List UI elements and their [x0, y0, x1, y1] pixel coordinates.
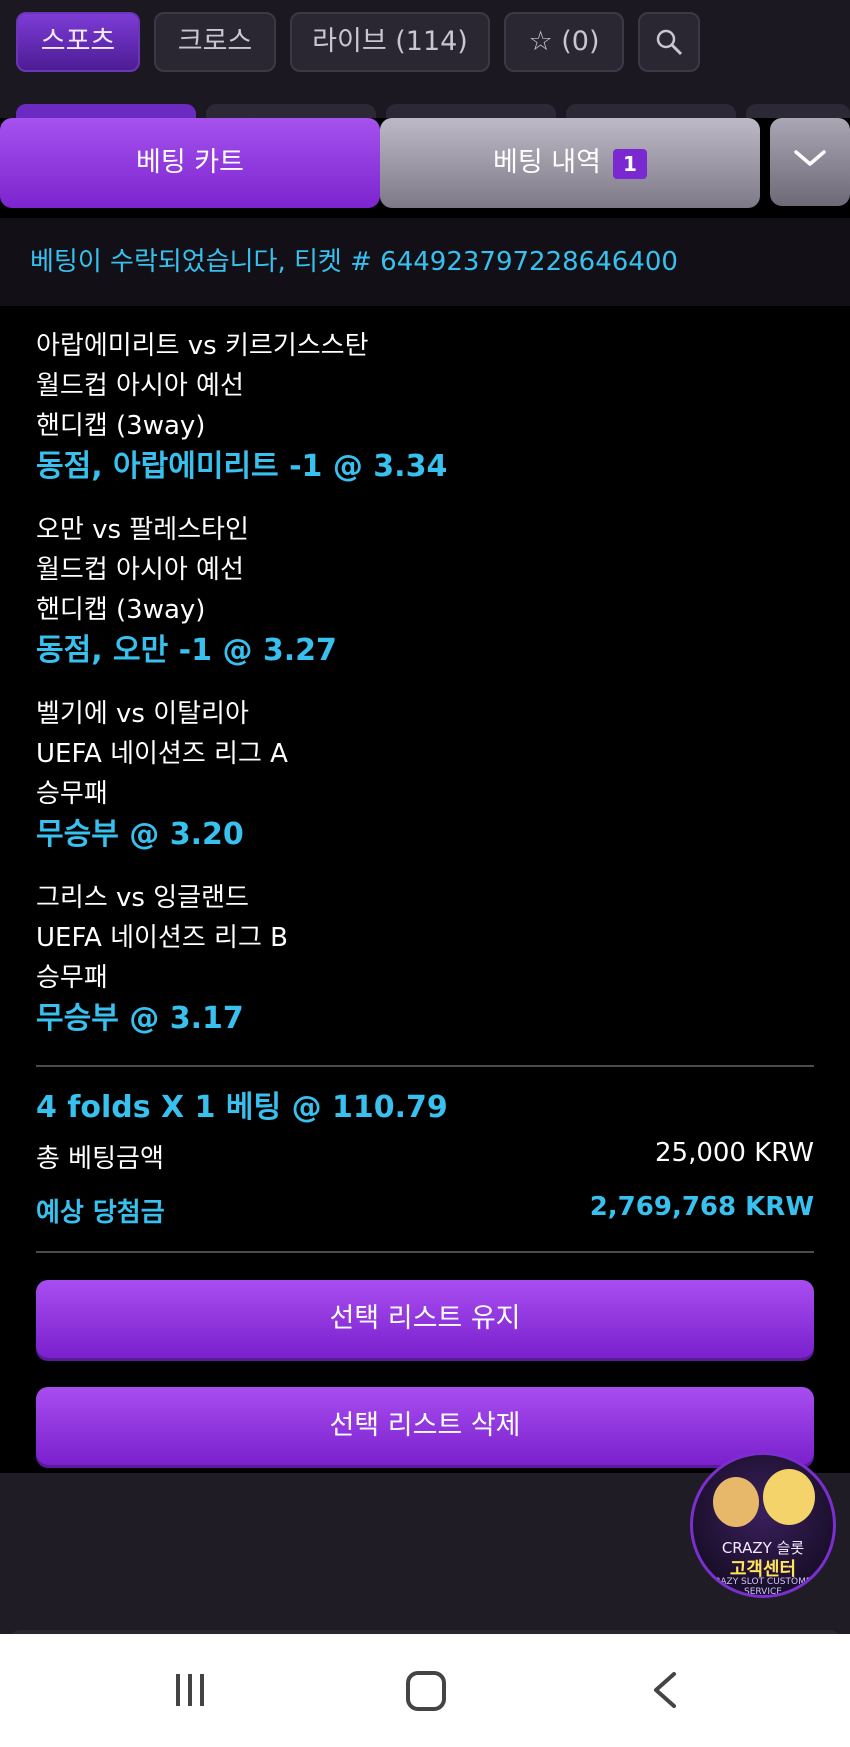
bet-folds-summary: 4 folds X 1 베팅 @ 110.79 [36, 1090, 448, 1125]
bet-selection: 벨기에 vs 이탈리아 UEFA 네이션즈 리그 A 승무패 무승부 @ 3.2… [36, 694, 288, 856]
bet-history-label: 베팅 내역 [493, 147, 601, 178]
bet-selection: 오만 vs 팔레스타인 월드컵 아시아 예선 핸디캡 (3way) 동점, 오만… [36, 510, 337, 672]
selection-market: 승무패 [36, 963, 108, 993]
expected-payout-label: 예상 당첨금 [36, 1198, 165, 1228]
search-button[interactable] [638, 12, 700, 72]
keep-selection-button[interactable]: 선택 리스트 유지 [36, 1280, 814, 1358]
tab-favorites[interactable]: ☆ (0) [504, 12, 624, 72]
total-stake-row: 총 베팅금액 25,000 KRW [36, 1138, 814, 1175]
selection-pick: 무승부 @ 3.20 [36, 817, 244, 852]
support-tagline: CRAZY SLOT CUSTOMER SERVICE [708, 1577, 818, 1597]
selection-pick: 동점, 오만 -1 @ 3.27 [36, 633, 337, 668]
top-nav: 스포츠 크로스 라이브 (114) ☆ (0) [0, 0, 850, 124]
customer-service-widget[interactable]: CRAZY 슬롯 고객센터 CRAZY SLOT CUSTOMER SERVIC… [690, 1452, 836, 1598]
selection-market: 승무패 [36, 779, 108, 809]
total-stake-value: 25,000 KRW [654, 1138, 814, 1168]
bet-selection: 그리스 vs 잉글랜드 UEFA 네이션즈 리그 B 승무패 무승부 @ 3.1… [36, 878, 288, 1040]
home-icon[interactable] [405, 1670, 447, 1712]
collapse-button[interactable] [770, 118, 850, 206]
chevron-down-icon [794, 150, 826, 166]
selection-match: 벨기에 vs 이탈리아 [36, 699, 249, 729]
search-icon [656, 29, 683, 56]
divider [36, 1065, 814, 1067]
mascot-icon [763, 1469, 815, 1525]
bet-accepted-message: 베팅이 수락되었습니다, 티켓 # 644923797228646400 [0, 218, 850, 306]
recent-apps-icon[interactable] [170, 1670, 210, 1710]
selection-match: 오만 vs 팔레스타인 [36, 515, 249, 545]
total-stake-label: 총 베팅금액 [36, 1144, 164, 1174]
selection-pick: 동점, 아랍에미리트 -1 @ 3.34 [36, 449, 448, 484]
selection-league: UEFA 네이션즈 리그 B [36, 923, 288, 953]
tab-cross[interactable]: 크로스 [154, 12, 276, 72]
back-icon[interactable] [650, 1670, 680, 1710]
tab-sports[interactable]: 스포츠 [16, 12, 140, 72]
system-navigation-bar [0, 1634, 850, 1747]
bet-panel: 베팅 카트 베팅 내역 1 베팅이 수락되었습니다, 티켓 # 644923797… [0, 118, 850, 1473]
tab-bet-cart[interactable]: 베팅 카트 [0, 118, 380, 208]
divider [36, 1251, 814, 1253]
expected-payout-value: 2,769,768 KRW [589, 1192, 814, 1222]
tab-live[interactable]: 라이브 (114) [290, 12, 490, 72]
selection-match: 그리스 vs 잉글랜드 [36, 883, 249, 913]
selection-market: 핸디캡 (3way) [36, 595, 206, 625]
selection-pick: 무승부 @ 3.17 [36, 1001, 244, 1036]
mascot-icon [713, 1477, 759, 1527]
selection-league: 월드컵 아시아 예선 [36, 555, 244, 585]
delete-selection-button[interactable]: 선택 리스트 삭제 [36, 1387, 814, 1465]
bet-history-count-badge: 1 [612, 148, 647, 179]
tab-bet-history[interactable]: 베팅 내역 1 [380, 118, 760, 208]
bet-selection: 아랍에미리트 vs 키르기스스탄 월드컵 아시아 예선 핸디캡 (3way) 동… [36, 326, 447, 488]
selection-match: 아랍에미리트 vs 키르기스스탄 [36, 331, 369, 361]
selection-league: 월드컵 아시아 예선 [36, 371, 244, 401]
selection-market: 핸디캡 (3way) [36, 411, 206, 441]
expected-payout-row: 예상 당첨금 2,769,768 KRW [36, 1192, 814, 1229]
selection-league: UEFA 네이션즈 리그 A [36, 739, 288, 769]
